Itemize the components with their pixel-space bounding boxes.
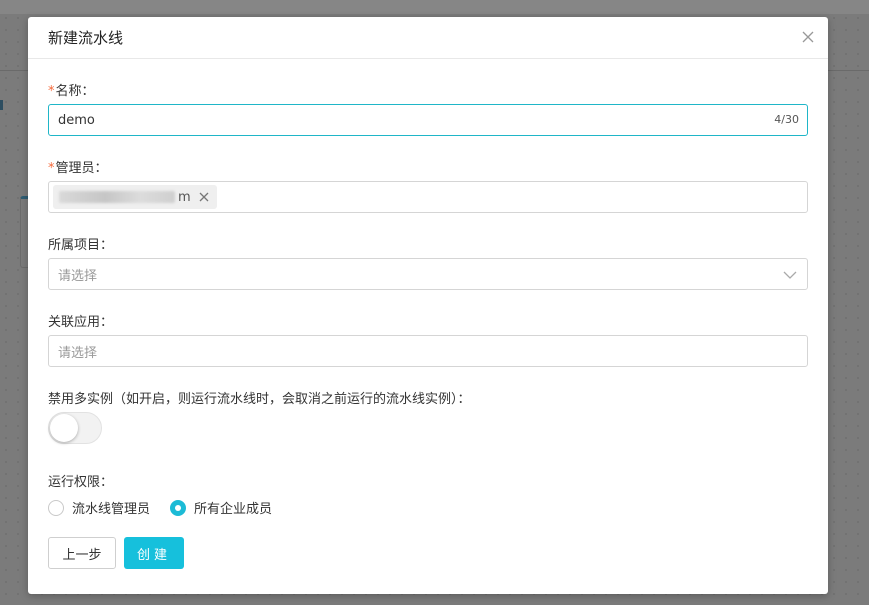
chevron-down-icon	[783, 271, 797, 279]
close-icon	[802, 31, 814, 43]
admin-tag: m	[53, 185, 217, 209]
admin-tag-label: m	[178, 189, 191, 205]
radio-option-pipeline-admin[interactable]: 流水线管理员	[48, 498, 150, 517]
app-placeholder: 请选择	[58, 345, 98, 361]
disable-multi-instance-toggle[interactable]	[48, 412, 102, 444]
redacted-email	[59, 191, 175, 203]
toggle-knob	[50, 414, 78, 442]
admin-select[interactable]: m	[48, 181, 808, 213]
close-button[interactable]	[800, 29, 816, 45]
project-placeholder: 请选择	[58, 268, 98, 284]
radio-option-all-members[interactable]: 所有企业成员	[170, 498, 272, 517]
admin-label: *管理员：	[48, 161, 108, 176]
app-label: 关联应用：	[48, 315, 114, 330]
radio-label: 所有企业成员	[194, 502, 273, 517]
dialog-header: 新建流水线	[28, 17, 828, 59]
tag-remove-button[interactable]	[199, 192, 209, 202]
name-input[interactable]: demo 4/30	[48, 104, 808, 136]
run-permission-label: 运行权限：	[48, 475, 114, 490]
radio-label: 流水线管理员	[72, 502, 151, 517]
name-label: *名称：	[48, 84, 95, 99]
radio-button[interactable]	[48, 499, 64, 516]
background-topbar	[0, 0, 869, 14]
background-marker	[0, 100, 3, 110]
project-label: 所属项目：	[48, 238, 114, 253]
project-select[interactable]: 请选择	[48, 258, 808, 290]
previous-step-button[interactable]: 上一步	[48, 537, 116, 569]
dialog-title: 新建流水线	[48, 29, 124, 47]
radio-button-checked[interactable]	[170, 499, 187, 516]
required-mark: *	[48, 161, 55, 176]
run-permission-radio-group: 流水线管理员 所有企业成员	[48, 498, 292, 517]
create-pipeline-dialog: 新建流水线 *名称： demo 4/30 *管理员： m 所属项目： 请选择 关…	[28, 17, 828, 594]
disable-multi-instance-label: 禁用多实例（如开启，则运行流水线时，会取消之前运行的流水线实例）：	[48, 392, 471, 407]
app-select[interactable]: 请选择	[48, 335, 808, 367]
close-icon	[199, 192, 209, 202]
name-char-counter: 4/30	[774, 113, 799, 126]
required-mark: *	[48, 84, 55, 99]
name-input-value: demo	[58, 112, 95, 128]
create-button[interactable]: 创建	[124, 537, 184, 569]
